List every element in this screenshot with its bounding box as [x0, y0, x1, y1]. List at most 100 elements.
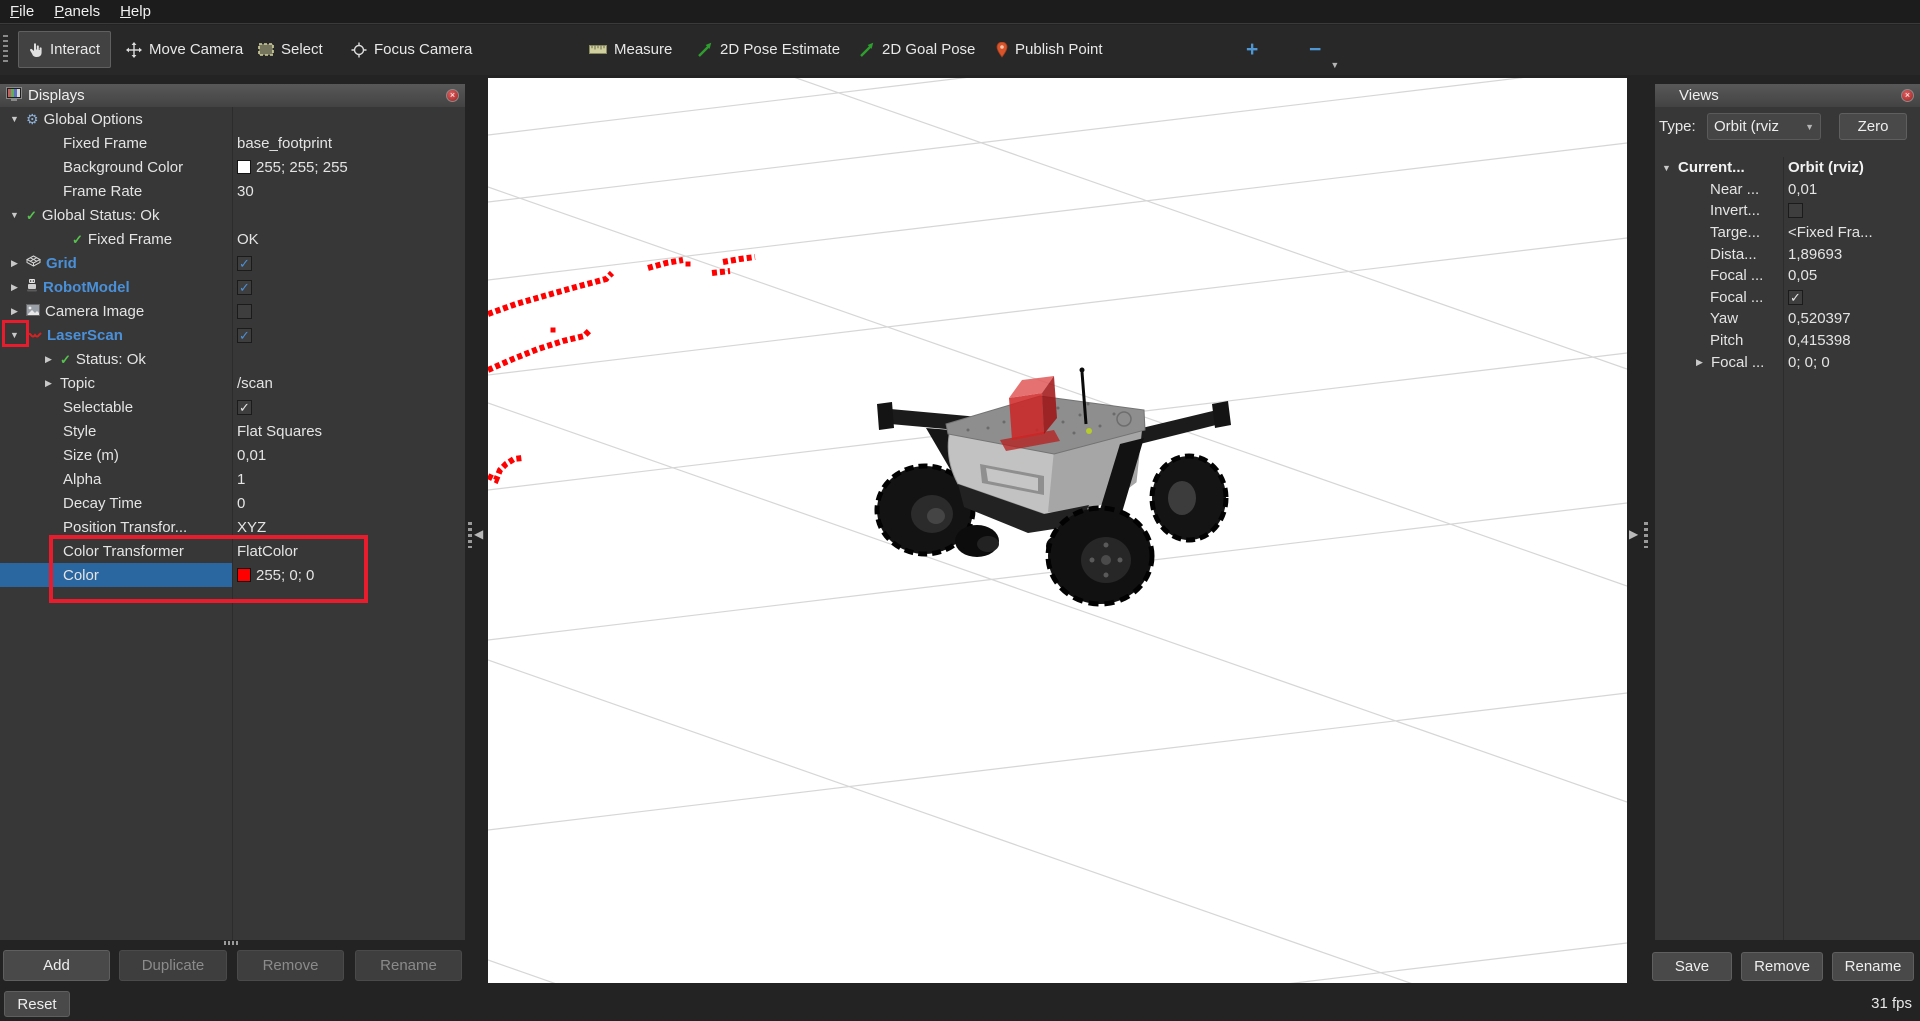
expand-arrow-icon[interactable]: ▶ [42, 354, 55, 365]
displays-bottom-grip[interactable] [224, 941, 240, 945]
expand-arrow-icon[interactable]: ▶ [8, 306, 21, 317]
tool-focus-camera[interactable]: Focus Camera [340, 31, 483, 68]
displays-value-cell[interactable]: 0,01 [232, 443, 465, 467]
displays-row-laserscan[interactable]: ▼LaserScan✓ [0, 323, 465, 347]
robot-model[interactable] [877, 368, 1231, 605]
displays-row-camera-image[interactable]: ▶Camera Image [0, 299, 465, 323]
views-value-cell[interactable]: 0,01 [1783, 179, 1920, 201]
color-swatch[interactable] [237, 160, 251, 174]
checkbox-unchecked[interactable] [237, 304, 252, 319]
menu-file[interactable]: File [10, 3, 34, 20]
menu-panels[interactable]: Panels [54, 3, 100, 20]
views-save-button[interactable]: Save [1652, 952, 1732, 981]
collapse-arrow-icon[interactable]: ▼ [1660, 163, 1673, 173]
collapse-arrow-icon[interactable]: ▼ [8, 210, 21, 220]
expand-arrow-icon[interactable]: ▶ [8, 282, 21, 293]
displays-value-cell[interactable]: Flat Squares [232, 419, 465, 443]
toolbar-grip[interactable] [3, 35, 8, 65]
checkbox-checked[interactable]: ✓ [237, 328, 252, 343]
views-close-icon[interactable]: × [1901, 89, 1914, 102]
displays-value-cell[interactable]: 255; 255; 255 [232, 155, 465, 179]
displays-row-status-ok[interactable]: ▶✓Status: Ok [0, 347, 465, 371]
views-row-pitch[interactable]: Pitch0,415398 [1655, 330, 1920, 352]
views-value-cell[interactable]: 0,520397 [1783, 308, 1920, 330]
displays-row-selectable[interactable]: Selectable✓ [0, 395, 465, 419]
displays-row-alpha[interactable]: Alpha1 [0, 467, 465, 491]
tool-move-camera[interactable]: Move Camera [115, 31, 254, 68]
displays-value-cell[interactable]: OK [232, 227, 465, 251]
displays-row-topic[interactable]: ▶Topic/scan [0, 371, 465, 395]
displays-value-cell[interactable]: 30 [232, 179, 465, 203]
views-value-cell[interactable]: ✓ [1783, 287, 1920, 309]
expand-arrow-icon[interactable]: ▶ [1693, 357, 1706, 368]
expand-arrow-icon[interactable]: ▶ [8, 258, 21, 269]
displays-value-cell[interactable]: 0 [232, 491, 465, 515]
collapse-left-panel-icon[interactable]: ◀ [474, 528, 483, 540]
checkbox-checked[interactable]: ✓ [1788, 290, 1803, 305]
checkbox-checked[interactable]: ✓ [237, 400, 252, 415]
views-value-cell[interactable]: 0,415398 [1783, 330, 1920, 352]
displays-row-grid[interactable]: ▶Grid✓ [0, 251, 465, 275]
views-value-cell[interactable]: 1,89693 [1783, 243, 1920, 265]
displays-close-icon[interactable]: × [446, 89, 459, 102]
views-value-cell[interactable]: <Fixed Fra... [1783, 222, 1920, 244]
displays-row-size-m[interactable]: Size (m)0,01 [0, 443, 465, 467]
chevron-down-icon[interactable]: ▼ [1330, 60, 1339, 70]
views-rename-button[interactable]: Rename [1832, 952, 1914, 981]
displays-value-cell[interactable] [232, 107, 465, 131]
menu-help[interactable]: Help [120, 3, 151, 20]
displays-row-fixed-frame[interactable]: Fixed Framebase_footprint [0, 131, 465, 155]
displays-value-cell[interactable] [232, 203, 465, 227]
views-value-cell[interactable]: 0,05 [1783, 265, 1920, 287]
displays-row-decay-time[interactable]: Decay Time0 [0, 491, 465, 515]
views-row-focal[interactable]: Focal ...✓ [1655, 287, 1920, 309]
checkbox-checked[interactable]: ✓ [237, 280, 252, 295]
views-row-dista[interactable]: Dista...1,89693 [1655, 243, 1920, 265]
checkbox-checked[interactable]: ✓ [237, 256, 252, 271]
right-splitter-grip[interactable] [1644, 522, 1648, 548]
displays-row-background-color[interactable]: Background Color255; 255; 255 [0, 155, 465, 179]
tool-remove-tool[interactable]: −▼ [1298, 31, 1332, 68]
tool-2d-goal-pose[interactable]: 2D Goal Pose [848, 31, 986, 68]
displays-row-frame-rate[interactable]: Frame Rate30 [0, 179, 465, 203]
views-remove-button[interactable]: Remove [1741, 952, 1823, 981]
displays-value-cell[interactable] [232, 347, 465, 371]
displays-value-cell[interactable]: ✓ [232, 275, 465, 299]
displays-row-robotmodel[interactable]: ▶RobotModel✓ [0, 275, 465, 299]
viewport-3d[interactable] [488, 78, 1627, 983]
views-value-cell[interactable] [1783, 200, 1920, 222]
views-row-current[interactable]: ▼Current...Orbit (rviz) [1655, 157, 1920, 179]
views-row-yaw[interactable]: Yaw0,520397 [1655, 308, 1920, 330]
displays-row-fixed-frame[interactable]: ✓Fixed FrameOK [0, 227, 465, 251]
views-row-targe[interactable]: Targe...<Fixed Fra... [1655, 222, 1920, 244]
displays-value-cell[interactable]: /scan [232, 371, 465, 395]
views-panel-titlebar[interactable]: Views × [1655, 84, 1920, 107]
tool-publish-point[interactable]: Publish Point [985, 31, 1114, 68]
displays-value-cell[interactable]: ✓ [232, 251, 465, 275]
displays-value-cell[interactable]: ✓ [232, 323, 465, 347]
displays-value-cell[interactable] [232, 299, 465, 323]
views-value-cell[interactable]: Orbit (rviz) [1783, 157, 1920, 179]
collapse-arrow-icon[interactable]: ▼ [8, 114, 21, 124]
views-row-focal[interactable]: Focal ...0,05 [1655, 265, 1920, 287]
displays-value-cell[interactable]: ✓ [232, 395, 465, 419]
tool-interact[interactable]: Interact [18, 31, 111, 68]
displays-panel-titlebar[interactable]: Displays × [0, 84, 465, 107]
expand-arrow-icon[interactable]: ▶ [42, 378, 55, 389]
view-type-dropdown[interactable]: Orbit (rviz ▼ [1707, 113, 1821, 140]
views-value-cell[interactable]: 0; 0; 0 [1783, 351, 1920, 373]
displays-value-cell[interactable]: base_footprint [232, 131, 465, 155]
checkbox-unchecked[interactable] [1788, 203, 1803, 218]
views-row-focal[interactable]: ▶Focal ...0; 0; 0 [1655, 351, 1920, 373]
tool-add-tool[interactable]: + [1235, 31, 1269, 68]
displays-row-global-options[interactable]: ▼⚙Global Options [0, 107, 465, 131]
displays-row-global-status-ok[interactable]: ▼✓Global Status: Ok [0, 203, 465, 227]
displays-row-style[interactable]: StyleFlat Squares [0, 419, 465, 443]
tool-2d-pose-estimate[interactable]: 2D Pose Estimate [686, 31, 851, 68]
collapse-right-panel-icon[interactable]: ▶ [1629, 528, 1638, 540]
tool-measure[interactable]: Measure [578, 31, 683, 68]
views-row-near[interactable]: Near ...0,01 [1655, 179, 1920, 201]
zero-button[interactable]: Zero [1839, 113, 1907, 140]
tool-select[interactable]: Select [247, 31, 334, 68]
displays-add-button[interactable]: Add [3, 950, 110, 981]
